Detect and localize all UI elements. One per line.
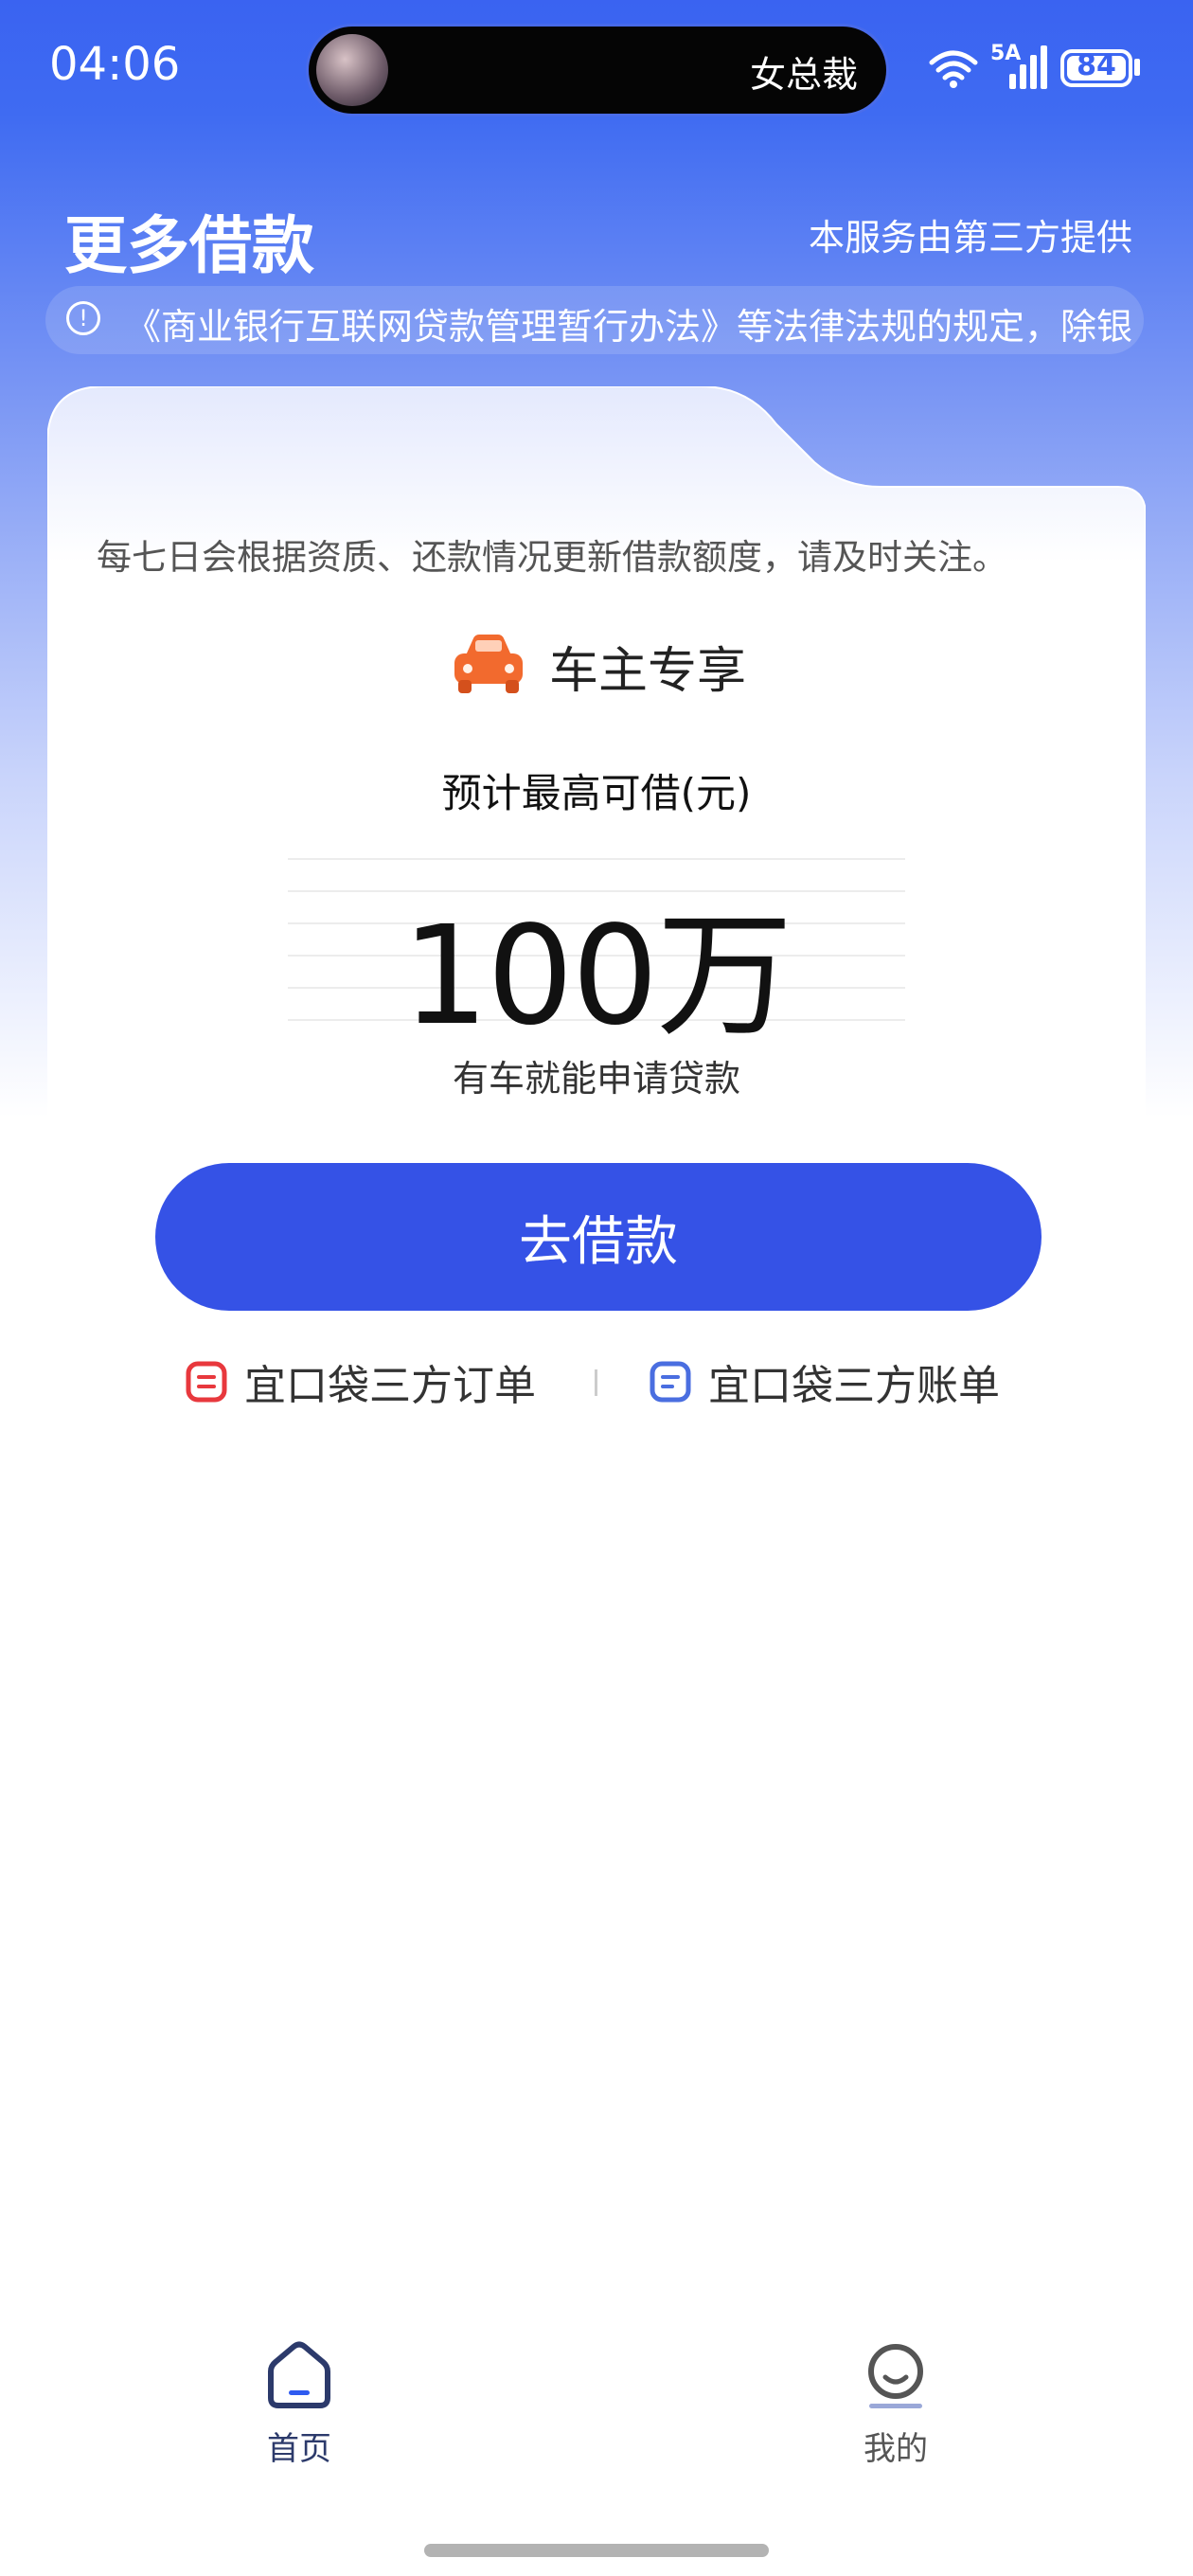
dynamic-island[interactable]: 女总裁 [309,27,886,114]
loan-card: 每七日会根据资质、还款情况更新借款额度，请及时关注。 车主专享 预计最高可借(元… [47,386,1146,1485]
max-limit-caption: 预计最高可借(元) [441,770,752,816]
battery-level: 84 [1077,49,1116,82]
home-icon [268,2341,330,2408]
cellular-signal-icon [1009,45,1047,89]
bottom-navigation: 首页 我的 [0,2339,1193,2491]
amount-display: 100万 [288,858,905,1055]
profile-icon [868,2344,923,2408]
notice-text: 《商业银行互联网贷款管理暂行办法》等法律法规的规定，除银 [125,306,1133,348]
third-party-links: 宜口袋三方订单 宜口袋三方账单 [47,1349,1146,1415]
island-media-title: 女总裁 [749,54,858,96]
max-loan-amount: 100万 [401,896,793,1055]
third-party-note: 本服务由第三方提供 [808,217,1132,259]
status-time: 04:06 [49,38,181,91]
loan-eligibility-note: 有车就能申请贷款 [452,1058,740,1100]
nav-label-mine: 我的 [864,2430,928,2468]
battery-tip [1134,59,1140,76]
limit-update-description: 每七日会根据资质、还款情况更新借款额度，请及时关注。 [97,537,1007,578]
bills-icon [650,1361,691,1403]
third-party-bills-link[interactable]: 宜口袋三方账单 [650,1349,1000,1415]
bills-link-label: 宜口袋三方账单 [708,1362,1000,1410]
status-bar: 04:06 女总裁 5A 84 [0,0,1193,142]
borrow-button[interactable]: 去借款 [155,1163,1042,1311]
orders-icon [186,1361,227,1403]
nav-label-home: 首页 [267,2430,331,2468]
notice-banner[interactable]: ! 《商业银行互联网贷款管理暂行办法》等法律法规的规定，除银 [45,286,1144,354]
car-owner-badge: 车主专享 [549,643,747,700]
car-icon [454,635,523,693]
orders-link-label: 宜口袋三方订单 [244,1362,536,1410]
media-thumbnail [316,34,388,106]
battery-icon: 84 [1060,49,1132,87]
wifi-icon [929,50,978,88]
home-indicator[interactable] [424,2544,769,2557]
info-icon: ! [66,301,100,335]
page-title: 更多借款 [64,209,314,282]
nav-item-mine[interactable]: 我的 [801,2339,990,2469]
link-divider [595,1369,597,1396]
nav-item-home[interactable]: 首页 [205,2339,394,2469]
third-party-orders-link[interactable]: 宜口袋三方订单 [186,1349,536,1415]
